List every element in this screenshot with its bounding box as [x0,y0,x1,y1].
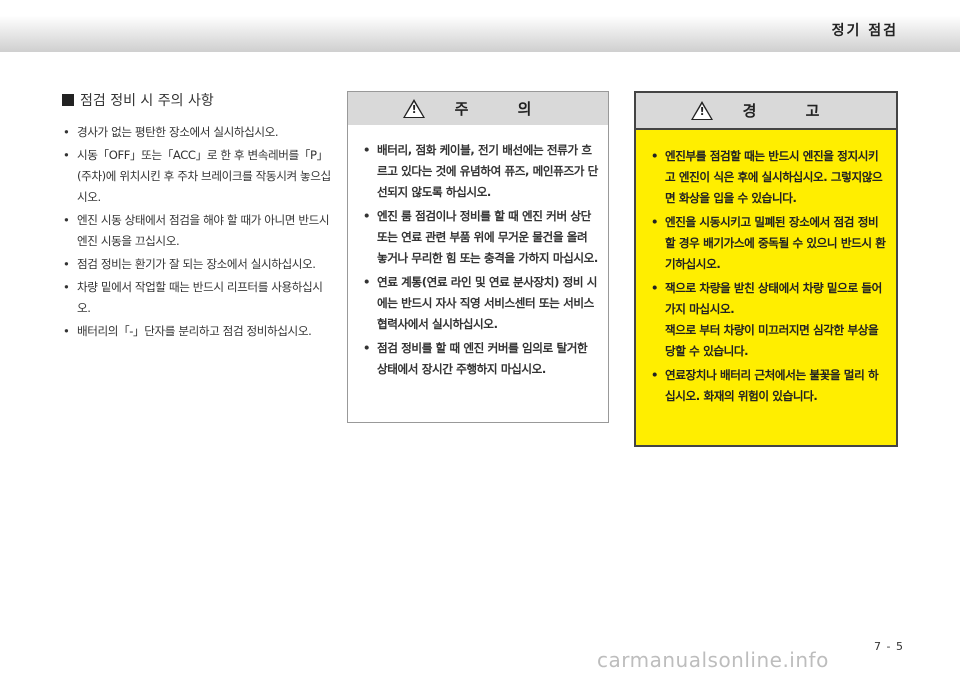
list-item: 배터리, 점화 케이블, 전기 배선에는 전류가 흐르고 있다는 것에 유념하여… [362,140,598,203]
square-bullet-icon [62,94,74,106]
header-bar: 정기 점검 [0,0,960,52]
precautions-section: 점검 정비 시 주의 사항 경사가 없는 평탄한 장소에서 실시하십시오. 시동… [62,90,332,344]
list-item: 배터리의「-」단자를 분리하고 점검 정비하십시오. [62,321,332,342]
list-item: 시동「OFF」또는「ACC」로 한 후 변속레버를「P」(주차)에 위치시킨 후… [62,145,332,208]
list-item: 점검 정비를 할 때 엔진 커버를 임의로 탈거한 상태에서 장시간 주행하지 … [362,338,598,380]
caution-title: 주 의 [454,100,554,118]
list-item-extra: 잭으로 부터 차량이 미끄러지면 심각한 부상을 당할 수 있습니다. [665,323,879,358]
page-number: 7 - 5 [874,640,904,653]
list-item: 엔진을 시동시키고 밀폐된 장소에서 점검 정비할 경우 배기가스에 중독될 수… [650,212,888,275]
caution-box: ! 주 의 배터리, 점화 케이블, 전기 배선에는 전류가 흐르고 있다는 것… [347,91,609,423]
warning-box: ! 경 고 엔진부를 점검할 때는 반드시 엔진을 정지시키고 엔진이 식은 후… [634,91,898,447]
list-item: 엔진 시동 상태에서 점검을 해야 할 때가 아니면 반드시 엔진 시동을 끄십… [62,210,332,252]
warning-list: 엔진부를 점검할 때는 반드시 엔진을 정지시키고 엔진이 식은 후에 실시하십… [650,146,888,407]
list-item: 연료장치나 배터리 근처에서는 불꽃을 멀리 하십시오. 화재의 위험이 있습니… [650,365,888,407]
warning-title: 경 고 [742,102,842,120]
caution-header: ! 주 의 [348,92,608,125]
list-item: 잭으로 차량을 받친 상태에서 차량 밑으로 들어가지 마십시오.잭으로 부터 … [650,278,888,362]
caution-list: 배터리, 점화 케이블, 전기 배선에는 전류가 흐르고 있다는 것에 유념하여… [362,140,598,380]
list-item: 차량 밑에서 작업할 때는 반드시 리프터를 사용하십시오. [62,277,332,319]
chapter-title: 정기 점검 [831,23,898,39]
list-item: 엔진부를 점검할 때는 반드시 엔진을 정지시키고 엔진이 식은 후에 실시하십… [650,146,888,209]
warning-header: ! 경 고 [636,93,896,130]
list-item: 엔진 룸 점검이나 정비를 할 때 엔진 커버 상단 또는 연료 관련 부품 위… [362,206,598,269]
list-item: 점검 정비는 환기가 잘 되는 장소에서 실시하십시오. [62,254,332,275]
list-item: 연료 계통(연료 라인 및 연료 분사장치) 정비 시에는 반드시 자사 직영 … [362,272,598,335]
warning-triangle-icon: ! [402,99,425,118]
section-title-text: 점검 정비 시 주의 사항 [80,93,214,109]
watermark: carmanualsonline.info [597,648,829,672]
section-title: 점검 정비 시 주의 사항 [62,90,332,110]
warning-triangle-icon: ! [690,101,713,120]
precautions-list: 경사가 없는 평탄한 장소에서 실시하십시오. 시동「OFF」또는「ACC」로 … [62,122,332,342]
list-item: 경사가 없는 평탄한 장소에서 실시하십시오. [62,122,332,143]
